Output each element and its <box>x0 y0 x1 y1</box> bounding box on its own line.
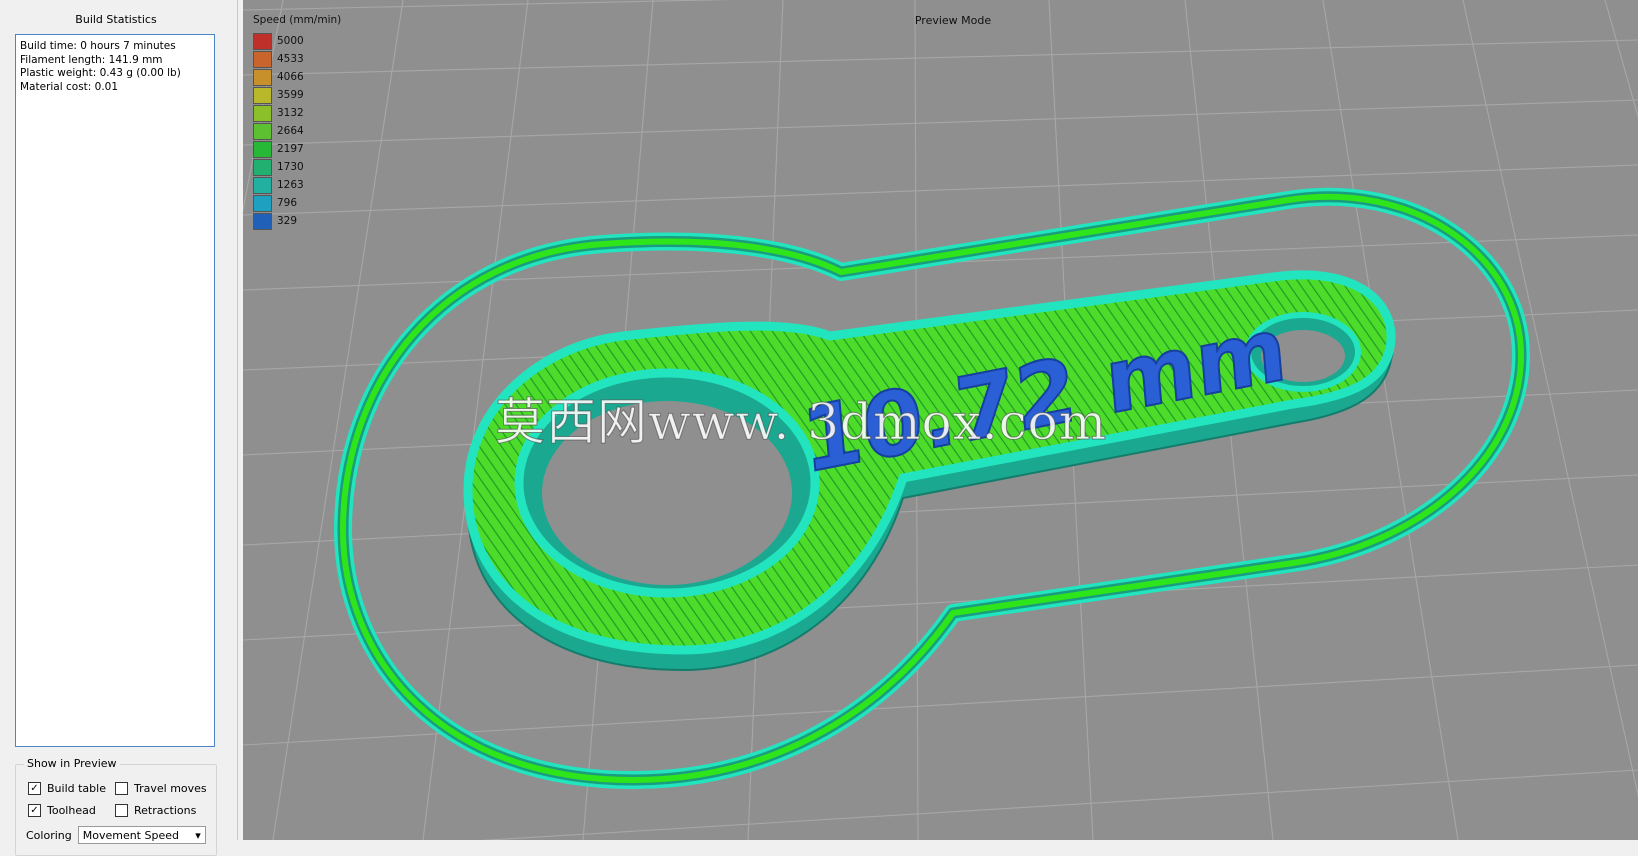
retractions-checkbox[interactable]: Retractions <box>115 804 196 817</box>
preview-mode-label: Preview Mode <box>914 14 992 27</box>
checkbox-box: ✓ <box>28 804 41 817</box>
legend-value: 1263 <box>277 179 304 191</box>
legend-value: 4066 <box>277 71 304 83</box>
legend-swatch <box>253 176 272 194</box>
checkbox-label: Travel moves <box>134 782 207 795</box>
stat-filament-length: Filament length: 141.9 mm <box>20 53 163 66</box>
build-table-checkbox[interactable]: ✓ Build table <box>28 782 106 795</box>
checkbox-label: Build table <box>47 782 106 795</box>
checkbox-label: Toolhead <box>47 804 96 817</box>
legend-row: 4533 <box>253 50 304 68</box>
legend-value: 1730 <box>277 161 304 173</box>
legend-value: 2197 <box>277 143 304 155</box>
stat-material-cost: Material cost: 0.01 <box>20 80 119 93</box>
legend-swatch <box>253 158 272 176</box>
coloring-select[interactable]: Movement Speed ▾ <box>77 826 206 844</box>
panel-title: Build Statistics <box>75 13 157 26</box>
stats-textbox[interactable]: Build time: 0 hours 7 minutes Filament l… <box>15 34 215 747</box>
legend-value: 3599 <box>277 89 304 101</box>
toolhead-checkbox[interactable]: ✓ Toolhead <box>28 804 96 817</box>
coloring-row: Coloring Movement Speed ▾ <box>26 826 206 844</box>
preview-viewport[interactable]: 10.72 mm Preview Mode Speed (mm/min) 500… <box>243 0 1638 840</box>
checkbox-label: Retractions <box>134 804 197 817</box>
legend-value: 4533 <box>277 53 304 65</box>
legend-swatch <box>253 140 272 158</box>
legend-swatch <box>253 122 272 140</box>
watermark-text: 莫西网www. 3dmox.com <box>494 393 1108 452</box>
build-statistics-panel: Build Statistics Build time: 0 hours 7 m… <box>0 0 238 856</box>
legend-row: 2664 <box>253 122 304 140</box>
legend-swatch <box>253 194 272 212</box>
legend-swatch <box>253 32 272 50</box>
legend-row: 3599 <box>253 86 304 104</box>
legend-row: 2197 <box>253 140 304 158</box>
stat-plastic-weight: Plastic weight: 0.43 g (0.00 lb) <box>20 67 181 79</box>
legend-row: 1263 <box>253 176 304 194</box>
legend-swatch <box>253 104 272 122</box>
legend-swatch <box>253 212 272 230</box>
legend-swatch <box>253 86 272 104</box>
checkbox-box <box>115 804 128 817</box>
stat-build-time: Build time: 0 hours 7 minutes <box>20 40 176 52</box>
legend-row: 5000 <box>253 32 304 50</box>
legend-value: 3132 <box>277 107 304 119</box>
legend-title: Speed (mm/min) <box>253 14 342 26</box>
travel-moves-checkbox[interactable]: Travel moves <box>115 782 207 795</box>
speed-legend: 5000 4533 4066 3599 3132 2664 2197 1730 1263 796 3… <box>253 32 304 230</box>
legend-value: 329 <box>277 215 298 227</box>
legend-row: 796 <box>253 194 304 212</box>
group-title: Show in Preview <box>24 757 120 770</box>
legend-swatch <box>253 50 272 68</box>
legend-row: 4066 <box>253 68 304 86</box>
legend-row: 329 <box>253 212 304 230</box>
legend-swatch <box>253 68 272 86</box>
legend-value: 796 <box>277 197 298 209</box>
legend-row: 3132 <box>253 104 304 122</box>
checkbox-box <box>115 782 128 795</box>
legend-row: 1730 <box>253 158 304 176</box>
legend-value: 2664 <box>277 125 304 137</box>
legend-value: 5000 <box>277 35 304 47</box>
checkbox-box: ✓ <box>28 782 41 795</box>
